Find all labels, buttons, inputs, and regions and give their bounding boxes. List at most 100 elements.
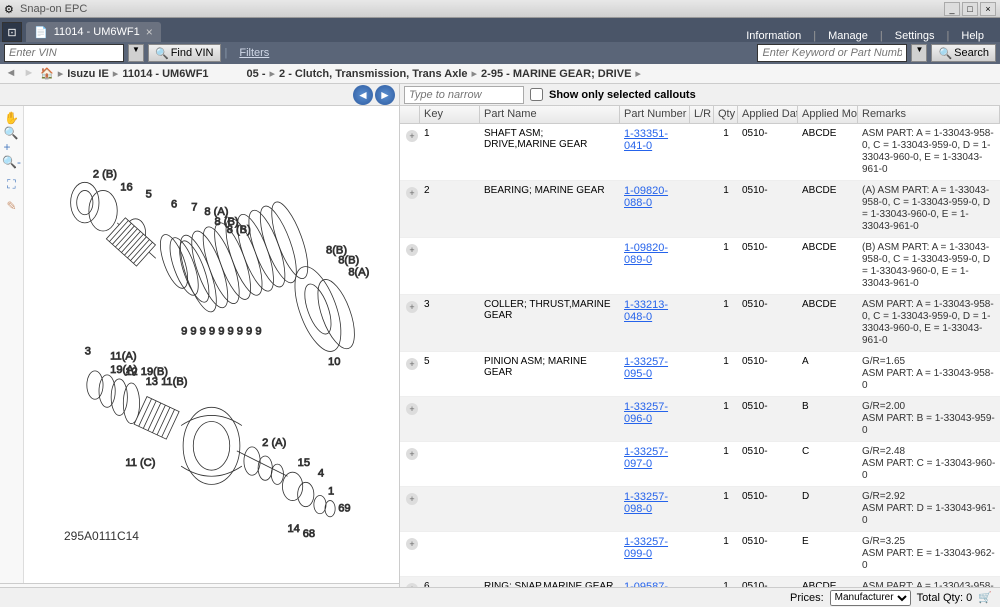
prices-label: Prices: <box>790 592 824 604</box>
header-name[interactable]: Part Name <box>480 106 620 123</box>
svg-text:68: 68 <box>303 528 315 540</box>
narrow-input[interactable] <box>404 86 524 104</box>
expand-icon[interactable]: + <box>406 358 418 370</box>
expand-icon[interactable]: + <box>406 448 418 460</box>
header-model[interactable]: Applied Model <box>798 106 858 123</box>
part-number-link[interactable]: 1-33257-095-0 <box>624 356 668 380</box>
part-number-link[interactable]: 1-33257-099-0 <box>624 536 668 560</box>
header-key[interactable]: Key <box>420 106 480 123</box>
tool-icon[interactable]: ✎ <box>4 198 20 214</box>
part-number-link[interactable]: 1-09820-088-0 <box>624 185 668 209</box>
bc-section[interactable]: 05 - <box>247 68 266 80</box>
table-row[interactable]: +1 SHAFT ASM; DRIVE,MARINE GEAR1-33351-04… <box>400 124 1000 181</box>
bc-vehicle[interactable]: Isuzu IE <box>67 68 109 80</box>
prev-image-button[interactable]: ◄ <box>353 85 373 105</box>
table-body[interactable]: +1 SHAFT ASM; DRIVE,MARINE GEAR1-33351-04… <box>400 124 1000 607</box>
cell-qty: 1 <box>714 240 738 255</box>
header-remarks[interactable]: Remarks <box>858 106 1000 123</box>
part-number-link[interactable]: 1-33257-098-0 <box>624 491 668 515</box>
part-number-link[interactable]: 1-09820-089-0 <box>624 242 668 266</box>
header-date[interactable]: Applied Date <box>738 106 798 123</box>
cell-name <box>480 399 620 403</box>
expand-icon[interactable]: + <box>406 244 418 256</box>
search-icon: 🔍 <box>155 47 169 60</box>
cell-date: 0510- <box>738 126 798 141</box>
parts-diagram[interactable]: 2 (B) 16 5 6 <box>24 106 399 583</box>
vin-input[interactable] <box>4 44 124 62</box>
hand-tool-icon[interactable]: ✋ <box>4 110 20 126</box>
search-button[interactable]: 🔍Search <box>931 44 996 62</box>
cell-model: ABCDE <box>798 297 858 312</box>
table-row[interactable]: +1-33257-096-010510-BG/R=2.00ASM PART: B… <box>400 397 1000 442</box>
back-icon[interactable]: ◄ <box>4 67 18 81</box>
part-number-link[interactable]: 1-33351-041-0 <box>624 128 668 152</box>
header-num[interactable]: Part Number <box>620 106 690 123</box>
cell-qty: 1 <box>714 297 738 312</box>
find-vin-button[interactable]: 🔍Find VIN <box>148 44 221 62</box>
expand-icon[interactable]: + <box>406 493 418 505</box>
cell-key <box>420 399 480 403</box>
cell-model: ABCDE <box>798 126 858 141</box>
menu-help[interactable]: Help <box>953 30 992 42</box>
maximize-button[interactable]: □ <box>962 2 978 16</box>
zoom-out-icon[interactable]: 🔍- <box>4 154 20 170</box>
prices-select[interactable]: Manufacturer <box>830 590 911 606</box>
filters-link[interactable]: Filters <box>239 47 269 59</box>
cell-date: 0510- <box>738 240 798 255</box>
cell-key <box>420 534 480 538</box>
expand-icon[interactable]: + <box>406 403 418 415</box>
cell-model: B <box>798 399 858 414</box>
header-lr[interactable]: L/R <box>690 106 714 123</box>
tab-close-icon[interactable]: × <box>146 25 153 39</box>
table-row[interactable]: +1-09820-089-010510-ABCDE(B) ASM PART: A… <box>400 238 1000 295</box>
part-number-link[interactable]: 1-33257-096-0 <box>624 401 668 425</box>
fit-icon[interactable]: ⛶ <box>4 176 20 192</box>
cell-name: SHAFT ASM; DRIVE,MARINE GEAR <box>480 126 620 152</box>
cell-remarks: G/R=1.65ASM PART: A = 1-33043-958-0 <box>858 354 1000 394</box>
table-row[interactable]: +1-33257-099-010510-EG/R=3.25ASM PART: E… <box>400 532 1000 577</box>
table-row[interactable]: +2BEARING; MARINE GEAR1-09820-088-010510… <box>400 181 1000 238</box>
expand-icon[interactable]: + <box>406 538 418 550</box>
status-bar: Prices: Manufacturer Total Qty: 0 🛒 <box>0 587 1000 607</box>
keyword-input[interactable] <box>757 44 907 62</box>
cell-key <box>420 489 480 493</box>
cart-icon[interactable]: 🛒 <box>978 591 992 604</box>
table-row[interactable]: +3COLLER; THRUST,MARINE GEAR1-33213-048-… <box>400 295 1000 352</box>
minimize-button[interactable]: _ <box>944 2 960 16</box>
cell-qty: 1 <box>714 126 738 141</box>
cell-date: 0510- <box>738 399 798 414</box>
zoom-in-icon[interactable]: 🔍+ <box>4 132 20 148</box>
home-tab-button[interactable]: ⊡ <box>2 22 22 42</box>
show-selected-checkbox[interactable] <box>530 88 543 101</box>
table-row[interactable]: +5PINION ASM; MARINE GEAR1-33257-095-010… <box>400 352 1000 397</box>
bc-group[interactable]: 2 - Clutch, Transmission, Trans Axle <box>279 68 467 80</box>
expand-icon[interactable]: + <box>406 130 418 142</box>
svg-text:7: 7 <box>191 202 197 214</box>
menu-information[interactable]: Information <box>738 30 809 42</box>
expand-icon[interactable]: + <box>406 187 418 199</box>
cell-key <box>420 444 480 448</box>
bc-page[interactable]: 2-95 - MARINE GEAR; DRIVE <box>481 68 631 80</box>
bc-model[interactable]: 11014 - UM6WF1 <box>122 68 208 80</box>
part-number-link[interactable]: 1-33257-097-0 <box>624 446 668 470</box>
cell-name <box>480 240 620 244</box>
cell-model: A <box>798 354 858 369</box>
table-row[interactable]: +1-33257-098-010510-DG/R=2.92ASM PART: D… <box>400 487 1000 532</box>
header-qty[interactable]: Qty <box>714 106 738 123</box>
svg-text:11(A): 11(A) <box>110 351 137 363</box>
vin-dropdown[interactable]: ▼ <box>128 44 144 62</box>
menu-manage[interactable]: Manage <box>820 30 876 42</box>
cell-qty: 1 <box>714 534 738 549</box>
home-icon[interactable]: 🏠 <box>40 67 54 80</box>
part-number-link[interactable]: 1-33213-048-0 <box>624 299 668 323</box>
next-image-button[interactable]: ► <box>375 85 395 105</box>
menu-settings[interactable]: Settings <box>887 30 943 42</box>
expand-icon[interactable]: + <box>406 301 418 313</box>
table-row[interactable]: +1-33257-097-010510-CG/R=2.48ASM PART: C… <box>400 442 1000 487</box>
keyword-dropdown[interactable]: ▼ <box>911 44 927 62</box>
close-button[interactable]: × <box>980 2 996 16</box>
svg-text:2 (A): 2 (A) <box>262 437 286 449</box>
document-tab[interactable]: 📄 11014 - UM6WF1 × <box>26 22 161 42</box>
tab-icon: 📄 <box>34 26 48 39</box>
forward-icon[interactable]: ► <box>22 67 36 81</box>
